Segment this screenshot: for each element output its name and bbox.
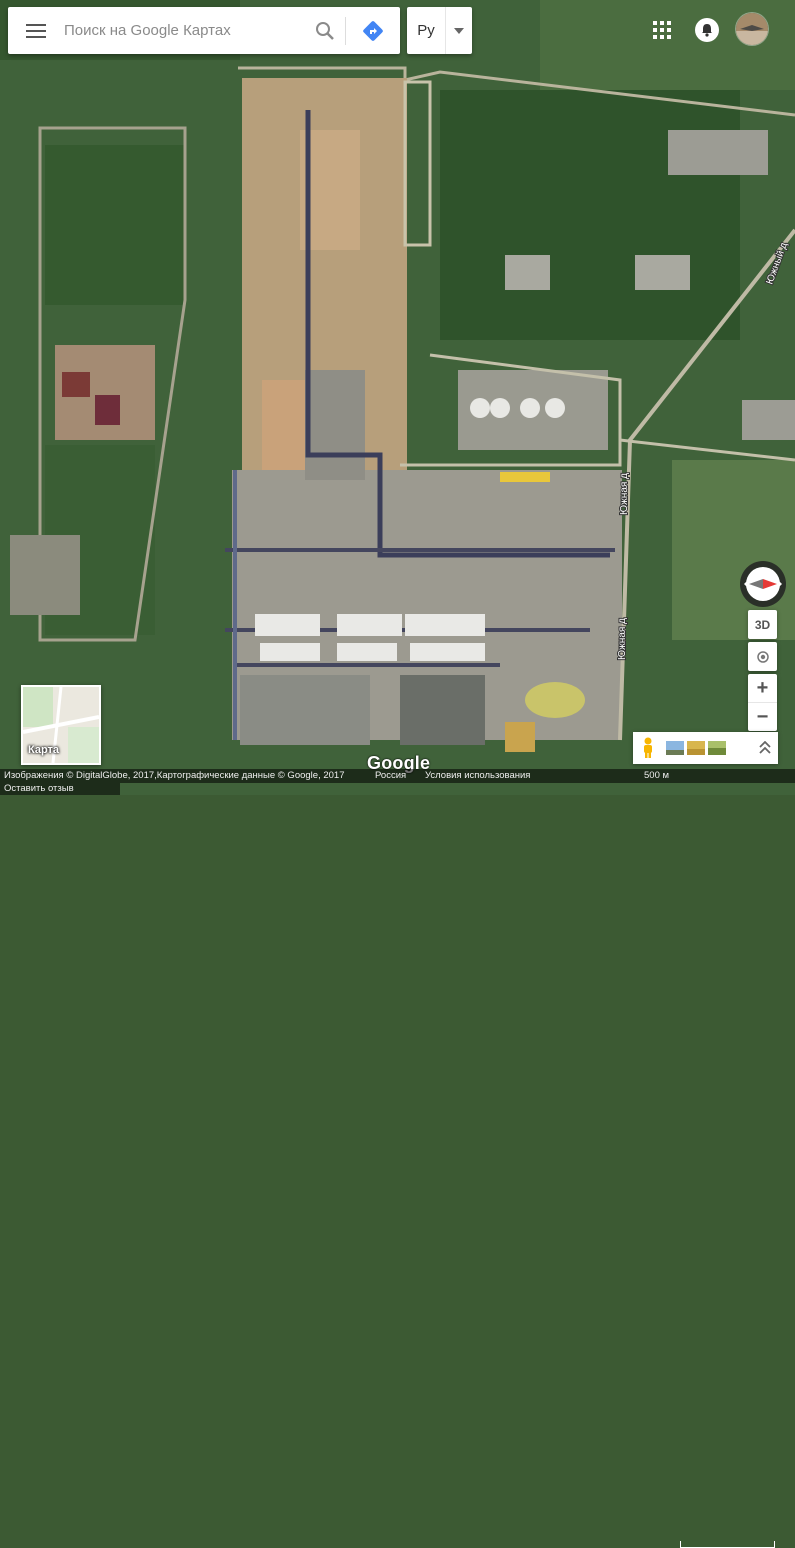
field-patch — [505, 722, 535, 752]
site-block — [10, 535, 80, 615]
zoom-controls: + − — [748, 674, 777, 731]
forest-patch — [45, 145, 185, 305]
menu-button[interactable] — [8, 7, 64, 54]
my-location-icon — [756, 650, 769, 663]
road-label-2: Южная д — [619, 473, 630, 515]
attribution-text: Изображения © DigitalGlobe, 2017,Картогр… — [4, 770, 345, 781]
layers-strip — [633, 732, 778, 764]
construction-area — [262, 380, 307, 480]
forest-patch — [440, 90, 740, 340]
feedback-link[interactable]: Оставить отзыв — [4, 783, 74, 794]
pegman-icon — [644, 737, 652, 758]
expand-icon — [759, 741, 771, 754]
substation — [668, 130, 768, 175]
photo-thumbnail-2[interactable] — [687, 741, 705, 755]
language-dropdown-button[interactable] — [445, 7, 472, 54]
search-icon — [316, 21, 334, 40]
substation — [505, 255, 550, 290]
language-selector: Ру — [407, 7, 472, 54]
avatar[interactable] — [736, 13, 768, 45]
language-label[interactable]: Ру — [407, 22, 445, 39]
country-label: Россия — [375, 770, 407, 781]
search-input[interactable] — [64, 7, 305, 54]
sludge-pond — [62, 372, 90, 397]
notifications-icon[interactable] — [694, 17, 720, 43]
scale-bar — [680, 1541, 775, 1548]
ponds — [400, 675, 485, 745]
compass-icon[interactable] — [739, 560, 787, 608]
three-d-button[interactable]: 3D — [748, 610, 777, 639]
photo-thumbnail-1[interactable] — [666, 741, 684, 755]
avatar-image — [736, 13, 768, 45]
road-label-3: Южная д — [617, 618, 628, 660]
directions-button[interactable] — [346, 7, 400, 54]
zoom-in-button[interactable]: + — [748, 674, 777, 703]
substation — [635, 255, 690, 290]
terms-link[interactable]: Условия использования — [425, 770, 530, 781]
search-button[interactable] — [305, 7, 345, 54]
zoom-out-button[interactable]: − — [748, 703, 777, 731]
search-box — [8, 7, 400, 54]
pegman-button[interactable] — [633, 732, 663, 764]
apps-grid-icon[interactable] — [650, 18, 674, 42]
pond — [525, 682, 585, 718]
map-type-switcher[interactable]: Карта — [21, 685, 101, 765]
map-type-label: Карта — [28, 744, 60, 756]
photo-thumbnail-3[interactable] — [708, 741, 726, 755]
my-location-button[interactable] — [748, 642, 777, 671]
refinery-block — [240, 675, 370, 745]
scale-label: 500 м — [644, 770, 670, 781]
footer-bar: Изображения © DigitalGlobe, 2017,Картогр… — [0, 769, 795, 1548]
yellow-buildings — [500, 472, 550, 482]
chevron-down-icon — [454, 27, 464, 34]
expand-button[interactable] — [752, 732, 778, 764]
feedback-bar: Оставить отзыв — [0, 783, 120, 795]
hamburger-icon — [26, 23, 46, 38]
satellite-map[interactable]: Южный д Южная д Южная д — [0, 0, 795, 795]
directions-icon — [363, 20, 383, 41]
refinery-block — [305, 370, 365, 480]
sludge-pond — [95, 395, 120, 425]
substation — [742, 400, 795, 440]
